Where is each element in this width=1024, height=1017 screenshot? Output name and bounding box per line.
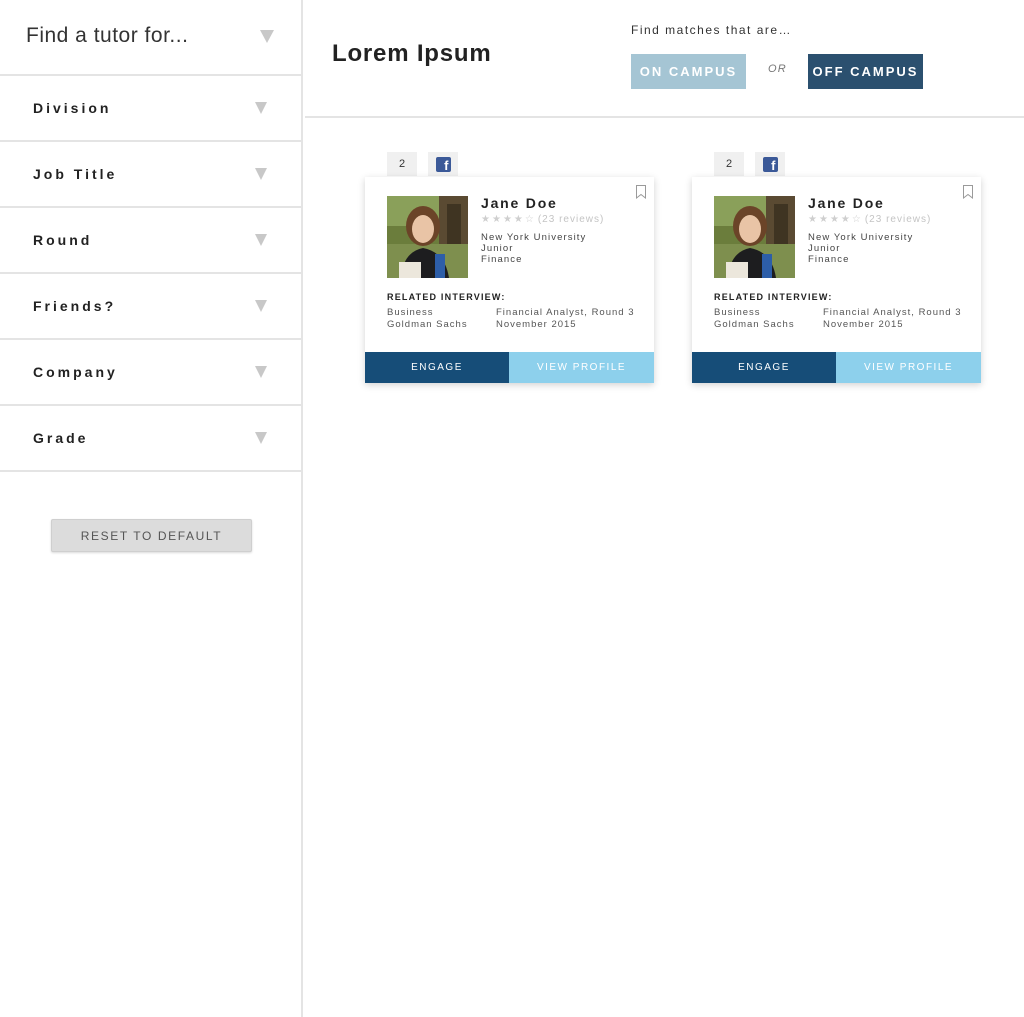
- tutor-search-dropdown[interactable]: Find a tutor for...: [0, 0, 301, 76]
- results-header: Lorem Ipsum Find matches that are… ON CA…: [305, 0, 1024, 118]
- filter-company[interactable]: Company: [0, 340, 301, 406]
- filter-grade[interactable]: Grade: [0, 406, 301, 472]
- chevron-down-icon: [255, 168, 267, 180]
- star-icon: ★: [513, 214, 523, 225]
- review-count[interactable]: (23 reviews): [865, 214, 931, 225]
- star-icon: ★: [808, 214, 817, 225]
- view-profile-button[interactable]: VIEW PROFILE: [836, 352, 981, 383]
- mutual-friends-count: 2: [387, 152, 417, 176]
- tutor-card: Jane Doe ★ ★ ★ ★ ☆ (23 reviews) New York…: [692, 177, 981, 383]
- star-icon: ★: [491, 214, 501, 225]
- view-profile-button[interactable]: VIEW PROFILE: [509, 352, 654, 383]
- tutor-year: Junior: [481, 243, 514, 254]
- filter-friends[interactable]: Friends?: [0, 274, 301, 340]
- filter-label: Division: [33, 100, 112, 116]
- off-campus-button[interactable]: OFF CAMPUS: [808, 54, 923, 89]
- chevron-down-icon: [255, 366, 267, 378]
- bookmark-icon[interactable]: [963, 185, 973, 199]
- mutual-friends-count: 2: [714, 152, 744, 176]
- star-icon: ★: [502, 214, 512, 225]
- star-icon: ★: [840, 214, 850, 225]
- reset-to-default-button[interactable]: RESET TO DEFAULT: [51, 519, 252, 552]
- tutor-photo: [714, 196, 795, 278]
- bookmark-icon[interactable]: [636, 185, 646, 199]
- filter-label: Friends?: [33, 298, 117, 314]
- filter-sidebar: Find a tutor for... Division Job Title R…: [0, 0, 303, 1017]
- tutor-major: Finance: [808, 254, 850, 265]
- tutor-name: Jane Doe: [481, 195, 558, 211]
- facebook-icon: f: [762, 156, 778, 172]
- star-empty-icon: ☆: [524, 214, 534, 225]
- on-campus-button[interactable]: ON CAMPUS: [631, 54, 746, 89]
- interview-position: Financial Analyst, Round 3: [823, 307, 962, 318]
- tutor-name: Jane Doe: [808, 195, 885, 211]
- review-count[interactable]: (23 reviews): [538, 214, 604, 225]
- engage-button[interactable]: ENGAGE: [692, 352, 836, 383]
- interview-division: Business: [714, 307, 761, 318]
- engage-button[interactable]: ENGAGE: [365, 352, 509, 383]
- facebook-badge[interactable]: f: [428, 152, 458, 176]
- interview-date: November 2015: [823, 319, 904, 330]
- tutor-photo: [387, 196, 468, 278]
- star-empty-icon: ☆: [851, 214, 861, 225]
- or-separator: OR: [768, 63, 787, 75]
- filter-label: Job Title: [33, 166, 118, 182]
- filter-division[interactable]: Division: [0, 76, 301, 142]
- rating-stars: ★ ★ ★ ★ ☆ (23 reviews): [481, 214, 604, 225]
- filter-label: Grade: [33, 430, 89, 446]
- related-interview-label: RELATED INTERVIEW:: [387, 292, 506, 302]
- filter-round[interactable]: Round: [0, 208, 301, 274]
- chevron-down-icon: [255, 234, 267, 246]
- page-title: Lorem Ipsum: [332, 40, 492, 67]
- interview-position: Financial Analyst, Round 3: [496, 307, 635, 318]
- chevron-down-icon: [255, 300, 267, 312]
- chevron-down-icon: [255, 102, 267, 114]
- facebook-badge[interactable]: f: [755, 152, 785, 176]
- star-icon: ★: [818, 214, 828, 225]
- tutor-school: New York University: [481, 232, 587, 243]
- related-interview-label: RELATED INTERVIEW:: [714, 292, 833, 302]
- rating-stars: ★ ★ ★ ★ ☆ (23 reviews): [808, 214, 931, 225]
- chevron-down-icon: [255, 432, 267, 444]
- interview-company: Goldman Sachs: [714, 319, 795, 330]
- chevron-down-icon: [260, 30, 274, 43]
- tutor-search-label: Find a tutor for...: [26, 24, 189, 47]
- tutor-card: Jane Doe ★ ★ ★ ★ ☆ (23 reviews) New York…: [365, 177, 654, 383]
- filter-label: Round: [33, 232, 93, 248]
- interview-division: Business: [387, 307, 434, 318]
- star-icon: ★: [481, 214, 490, 225]
- tutor-school: New York University: [808, 232, 914, 243]
- interview-company: Goldman Sachs: [387, 319, 468, 330]
- interview-date: November 2015: [496, 319, 577, 330]
- tutor-year: Junior: [808, 243, 841, 254]
- match-prompt: Find matches that are…: [631, 23, 793, 37]
- star-icon: ★: [829, 214, 839, 225]
- filter-label: Company: [33, 364, 118, 380]
- tutor-major: Finance: [481, 254, 523, 265]
- facebook-icon: f: [435, 156, 451, 172]
- filter-job-title[interactable]: Job Title: [0, 142, 301, 208]
